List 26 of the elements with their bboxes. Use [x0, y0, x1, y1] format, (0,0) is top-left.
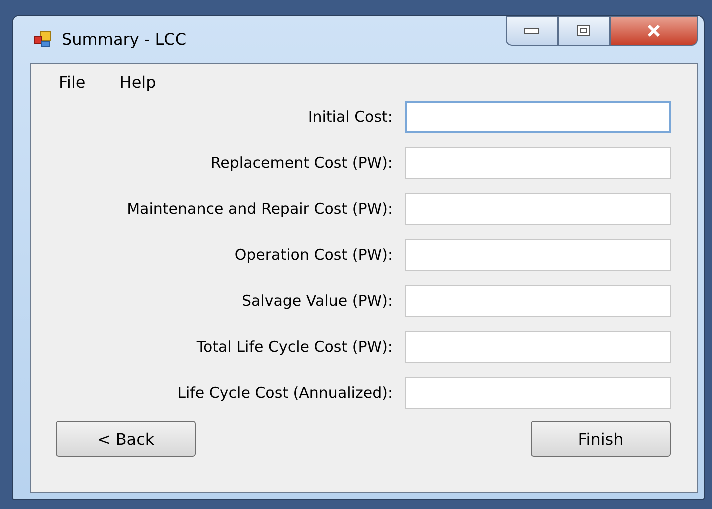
input-field[interactable] [405, 239, 671, 271]
field-label: Life Cycle Cost (Annualized): [178, 384, 393, 402]
menu-item[interactable]: File [59, 73, 86, 98]
close-icon [646, 24, 662, 38]
close-button[interactable] [610, 16, 698, 46]
app-icon [34, 30, 52, 48]
input-field[interactable] [405, 147, 671, 179]
field-label: Salvage Value (PW): [242, 292, 393, 310]
input-field[interactable] [405, 285, 671, 317]
maximize-button[interactable] [558, 16, 610, 46]
minimize-icon [524, 27, 540, 35]
input-field[interactable] [405, 331, 671, 363]
field-label: Replacement Cost (PW): [210, 154, 393, 172]
field-label: Total Life Cycle Cost (PW): [196, 338, 393, 356]
field-label: Initial Cost: [308, 108, 393, 126]
input-field[interactable] [405, 377, 671, 409]
input-field[interactable] [405, 193, 671, 225]
field-label: Operation Cost (PW): [234, 246, 393, 264]
field-label: Maintenance and Repair Cost (PW): [127, 200, 393, 218]
maximize-icon [577, 25, 591, 37]
minimize-button[interactable] [506, 16, 558, 46]
back-button[interactable]: < Back [56, 421, 196, 457]
finish-button[interactable]: Finish [531, 421, 671, 457]
input-field[interactable] [405, 101, 671, 133]
window-title: Summary - LCC [62, 30, 187, 49]
menu-item[interactable]: Help [120, 73, 156, 98]
